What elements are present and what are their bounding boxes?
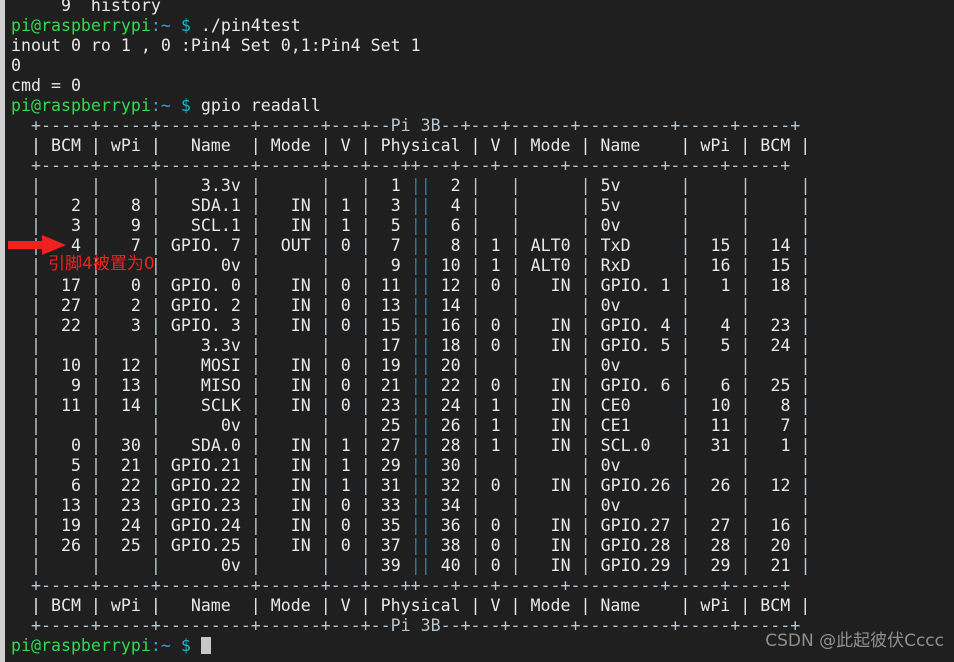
prompt-path: :~ <box>150 96 171 115</box>
table-header-row: | BCM | wPi | Name | Mode | V | Physical… <box>11 136 811 155</box>
command-line-gpio-readall: pi@raspberrypi:~ $ gpio readall <box>11 96 954 116</box>
command-line-pin4test: pi@raspberrypi:~ $ ./pin4test <box>11 16 954 36</box>
prompt-sigil: $ <box>180 96 191 115</box>
table-row: | 19 | 24 | GPIO.24 | IN | 0 | 35 || 36 … <box>11 516 811 535</box>
prompt-sigil: $ <box>180 16 191 35</box>
table-border-mid-bottom: +-----+-----+---------+------+---+---++-… <box>11 576 791 595</box>
terminal-output-area[interactable]: 9 history pi@raspberrypi:~ $ ./pin4test in… <box>11 0 954 656</box>
prompt-user-host: pi@raspberrypi <box>11 96 151 115</box>
prompt-sigil: $ <box>180 636 191 655</box>
watermark: CSDN @此起彼伏Cccc <box>765 631 944 651</box>
table-row: | 3 | 9 | SCL.1 | IN | 1 | 5 || 6 | | | … <box>11 216 811 235</box>
prompt-user-host: pi@raspberrypi <box>11 636 151 655</box>
prompt-path: :~ <box>150 636 171 655</box>
table-row: | 22 | 3 | GPIO. 3 | IN | 0 | 15 || 16 |… <box>11 316 811 335</box>
table-row: | | | 0v | | | 39 || 40 | 0 | IN | GPIO.… <box>11 556 811 575</box>
text-cursor[interactable] <box>200 637 211 654</box>
history-line: 9 history <box>11 0 161 15</box>
table-row: | | | 3.3v | | | 1 || 2 | | | 5v | | | <box>11 176 811 195</box>
table-row: | 0 | 30 | SDA.0 | IN | 1 | 27 || 28 | 1… <box>11 436 811 455</box>
program-output-line-1: 0 <box>11 56 21 75</box>
table-row: | 2 | 8 | SDA.1 | IN | 1 | 3 || 4 | | | … <box>11 196 811 215</box>
terminal-window[interactable]: 9 history pi@raspberrypi:~ $ ./pin4test in… <box>0 0 954 662</box>
table-footer-row: | BCM | wPi | Name | Mode | V | Physical… <box>11 596 811 615</box>
command-text: gpio readall <box>190 96 321 115</box>
table-row: | | | 0v | | | 25 || 26 | 1 | IN | CE1 |… <box>11 416 811 435</box>
table-row: | 6 | 22 | GPIO.22 | IN | 1 | 31 || 32 |… <box>11 476 811 495</box>
prompt-user-host: pi@raspberrypi <box>11 16 151 35</box>
table-border-mid: +-----+-----+---------+------+---+---++-… <box>11 156 791 175</box>
table-row: | 17 | 0 | GPIO. 0 | IN | 0 | 11 || 12 |… <box>11 276 811 295</box>
annotation-text: 引脚4被置为0 <box>48 254 155 274</box>
program-output-line-2: cmd = 0 <box>11 76 81 95</box>
command-text: ./pin4test <box>190 16 301 35</box>
program-output-line-0: inout 0 ro 1 , 0 :Pin4 Set 0,1:Pin4 Set … <box>11 36 421 55</box>
table-border-top: +-----+-----+---------+------+---+--Pi 3… <box>11 116 801 135</box>
prompt-path: :~ <box>150 16 171 35</box>
table-row: | 10 | 12 | MOSI | IN | 0 | 19 || 20 | |… <box>11 356 811 375</box>
table-row: | 27 | 2 | GPIO. 2 | IN | 0 | 13 || 14 |… <box>11 296 811 315</box>
table-row: | 5 | 21 | GPIO.21 | IN | 1 | 29 || 30 |… <box>11 456 811 475</box>
table-row: | 4 | 7 | GPIO. 7 | OUT | 0 | 7 || 8 | 1… <box>11 236 811 255</box>
table-row: | 9 | 13 | MISO | IN | 0 | 21 || 22 | 0 … <box>11 376 811 395</box>
table-row: | 11 | 14 | SCLK | IN | 0 | 23 || 24 | 1… <box>11 396 811 415</box>
table-row: | 13 | 23 | GPIO.23 | IN | 0 | 33 || 34 … <box>11 496 811 515</box>
table-row: | | | 3.3v | | | 17 || 18 | 0 | IN | GPI… <box>11 336 811 355</box>
table-row: | 26 | 25 | GPIO.25 | IN | 0 | 37 || 38 … <box>11 536 811 555</box>
